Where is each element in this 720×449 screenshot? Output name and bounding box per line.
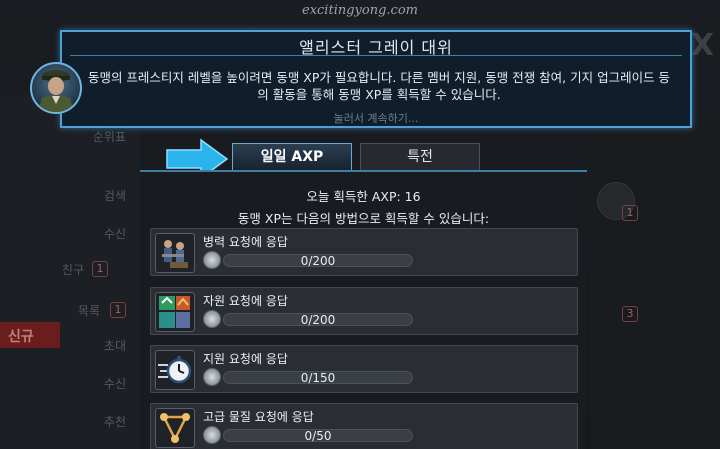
- task-card-resources: 자원 요청에 응답 0/200: [150, 287, 578, 335]
- background-right-panel: [590, 130, 720, 449]
- medal-icon: [203, 310, 221, 328]
- banner-message: 동맹의 프레스티지 레벨을 높이려면 동맹 XP가 필요합니다. 다른 멤버 지…: [87, 70, 671, 102]
- soldier-portrait-icon: [38, 70, 74, 112]
- task-title: 자원 요청에 응답: [203, 294, 288, 308]
- task-title: 병력 요청에 응답: [203, 235, 288, 249]
- advisor-portrait: [30, 62, 82, 114]
- bg-sidebar-item: 추천: [103, 415, 126, 429]
- task-card-support: 지원 요청에 응답 0/150: [150, 345, 578, 393]
- bg-sidebar-item: 수신: [103, 227, 126, 241]
- watermark: excitingyong.com: [302, 3, 418, 18]
- close-icon[interactable]: X: [691, 28, 714, 63]
- medal-icon: [203, 251, 221, 269]
- task-title: 고급 물질 요청에 응답: [203, 410, 314, 424]
- bg-badge: 1: [92, 261, 108, 277]
- task-card-advanced-material: 고급 물질 요청에 응답 0/50: [150, 403, 578, 449]
- tap-to-continue-hint[interactable]: 눌러서 계속하기...: [62, 110, 690, 126]
- bg-sidebar-item: 순위표: [92, 130, 126, 144]
- bg-sidebar-item: 검색: [103, 189, 126, 203]
- bg-badge: 3: [622, 306, 638, 322]
- progress-text: 0/200: [300, 254, 336, 268]
- bg-badge: 1: [622, 205, 638, 221]
- progress-bar: 0/200: [223, 254, 413, 268]
- progress-text: 0/200: [300, 313, 336, 327]
- progress-text: 0/50: [304, 429, 332, 443]
- bg-new-label: 신규: [0, 322, 60, 348]
- progress-bar: 0/150: [223, 371, 413, 385]
- soldiers-icon: [155, 233, 195, 273]
- medal-icon: [203, 368, 221, 386]
- task-title: 지원 요청에 응답: [203, 352, 288, 366]
- axp-panel: 오늘 획득한 AXP: 16 동맹 XP는 다음의 방법으로 획득할 수 있습니…: [140, 170, 587, 449]
- bg-sidebar-item: 목록: [77, 304, 100, 318]
- progress-bar: 0/200: [223, 313, 413, 327]
- background-sidebar: 프리 순위표 검색 수신 친구 목록 초대 수신 추천 1 1: [0, 95, 140, 449]
- bg-sidebar-item: 수신: [103, 377, 126, 391]
- banner-divider: [70, 55, 682, 56]
- xp-today-label: 오늘 획득한 AXP: 16: [306, 189, 421, 204]
- tab-perks[interactable]: 특전: [360, 143, 480, 170]
- bg-sidebar-item: 친구: [61, 263, 84, 277]
- xp-description: 동맹 XP는 다음의 방법으로 획득할 수 있습니다:: [237, 211, 490, 226]
- progress-bar: 0/50: [223, 429, 413, 443]
- medal-icon: [203, 426, 221, 444]
- stopwatch-icon: [155, 350, 195, 390]
- tab-daily-axp[interactable]: 일일 AXP: [232, 143, 352, 170]
- molecule-icon: [155, 408, 195, 448]
- task-card-troops: 병력 요청에 응답 0/200: [150, 228, 578, 276]
- bg-badge: 1: [110, 302, 126, 318]
- resources-icon: [155, 292, 195, 332]
- progress-text: 0/150: [300, 371, 336, 385]
- advisor-banner[interactable]: 앨리스터 그레이 대위 동맹의 프레스티지 레벨을 높이려면 동맹 XP가 필요…: [60, 30, 692, 128]
